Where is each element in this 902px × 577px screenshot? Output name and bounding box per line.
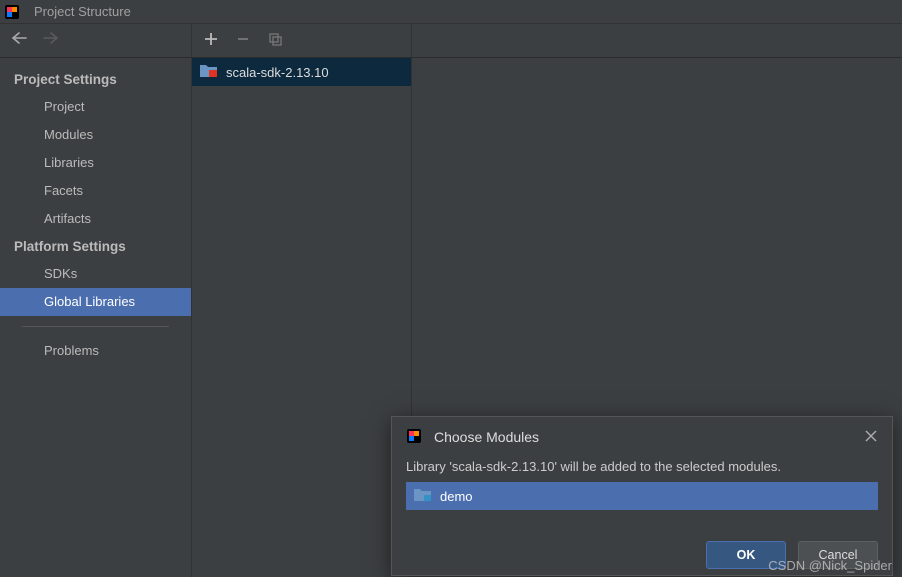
module-item-label: demo	[440, 489, 473, 504]
section-header-platform: Platform Settings	[0, 233, 191, 260]
module-list: demo	[406, 482, 878, 510]
library-pane: scala-sdk-2.13.10	[192, 24, 412, 577]
cancel-button[interactable]: Cancel	[798, 541, 878, 569]
library-list: scala-sdk-2.13.10	[192, 58, 411, 86]
sidebar-item-sdks[interactable]: SDKs	[0, 260, 191, 288]
title-bar: Project Structure	[0, 0, 902, 24]
library-item[interactable]: scala-sdk-2.13.10	[192, 58, 411, 86]
divider	[22, 326, 169, 327]
dialog-title: Choose Modules	[434, 429, 539, 445]
ok-button[interactable]: OK	[706, 541, 786, 569]
dialog-app-icon	[406, 428, 422, 447]
remove-library-button[interactable]	[236, 32, 250, 50]
back-arrow-icon[interactable]	[10, 31, 28, 50]
forward-arrow-icon[interactable]	[42, 31, 60, 50]
choose-modules-dialog: Choose Modules Library 'scala-sdk-2.13.1…	[391, 416, 893, 576]
sidebar-item-modules[interactable]: Modules	[0, 121, 191, 149]
module-folder-icon	[414, 487, 432, 505]
scala-folder-icon	[200, 63, 218, 81]
window-title: Project Structure	[34, 4, 131, 19]
sidebar: Project Settings Project Modules Librari…	[0, 24, 192, 577]
module-item[interactable]: demo	[406, 482, 878, 510]
dialog-message: Library 'scala-sdk-2.13.10' will be adde…	[392, 457, 892, 482]
sidebar-item-artifacts[interactable]: Artifacts	[0, 205, 191, 233]
sidebar-item-global-libraries[interactable]: Global Libraries	[0, 288, 191, 316]
sidebar-item-facets[interactable]: Facets	[0, 177, 191, 205]
sidebar-item-project[interactable]: Project	[0, 93, 191, 121]
section-header-project: Project Settings	[0, 66, 191, 93]
copy-library-button[interactable]	[268, 32, 282, 50]
sidebar-item-libraries[interactable]: Libraries	[0, 149, 191, 177]
app-icon	[4, 4, 20, 20]
close-icon[interactable]	[864, 427, 878, 448]
library-item-label: scala-sdk-2.13.10	[226, 65, 329, 80]
sidebar-item-problems[interactable]: Problems	[0, 337, 191, 365]
add-library-button[interactable]	[204, 32, 218, 50]
